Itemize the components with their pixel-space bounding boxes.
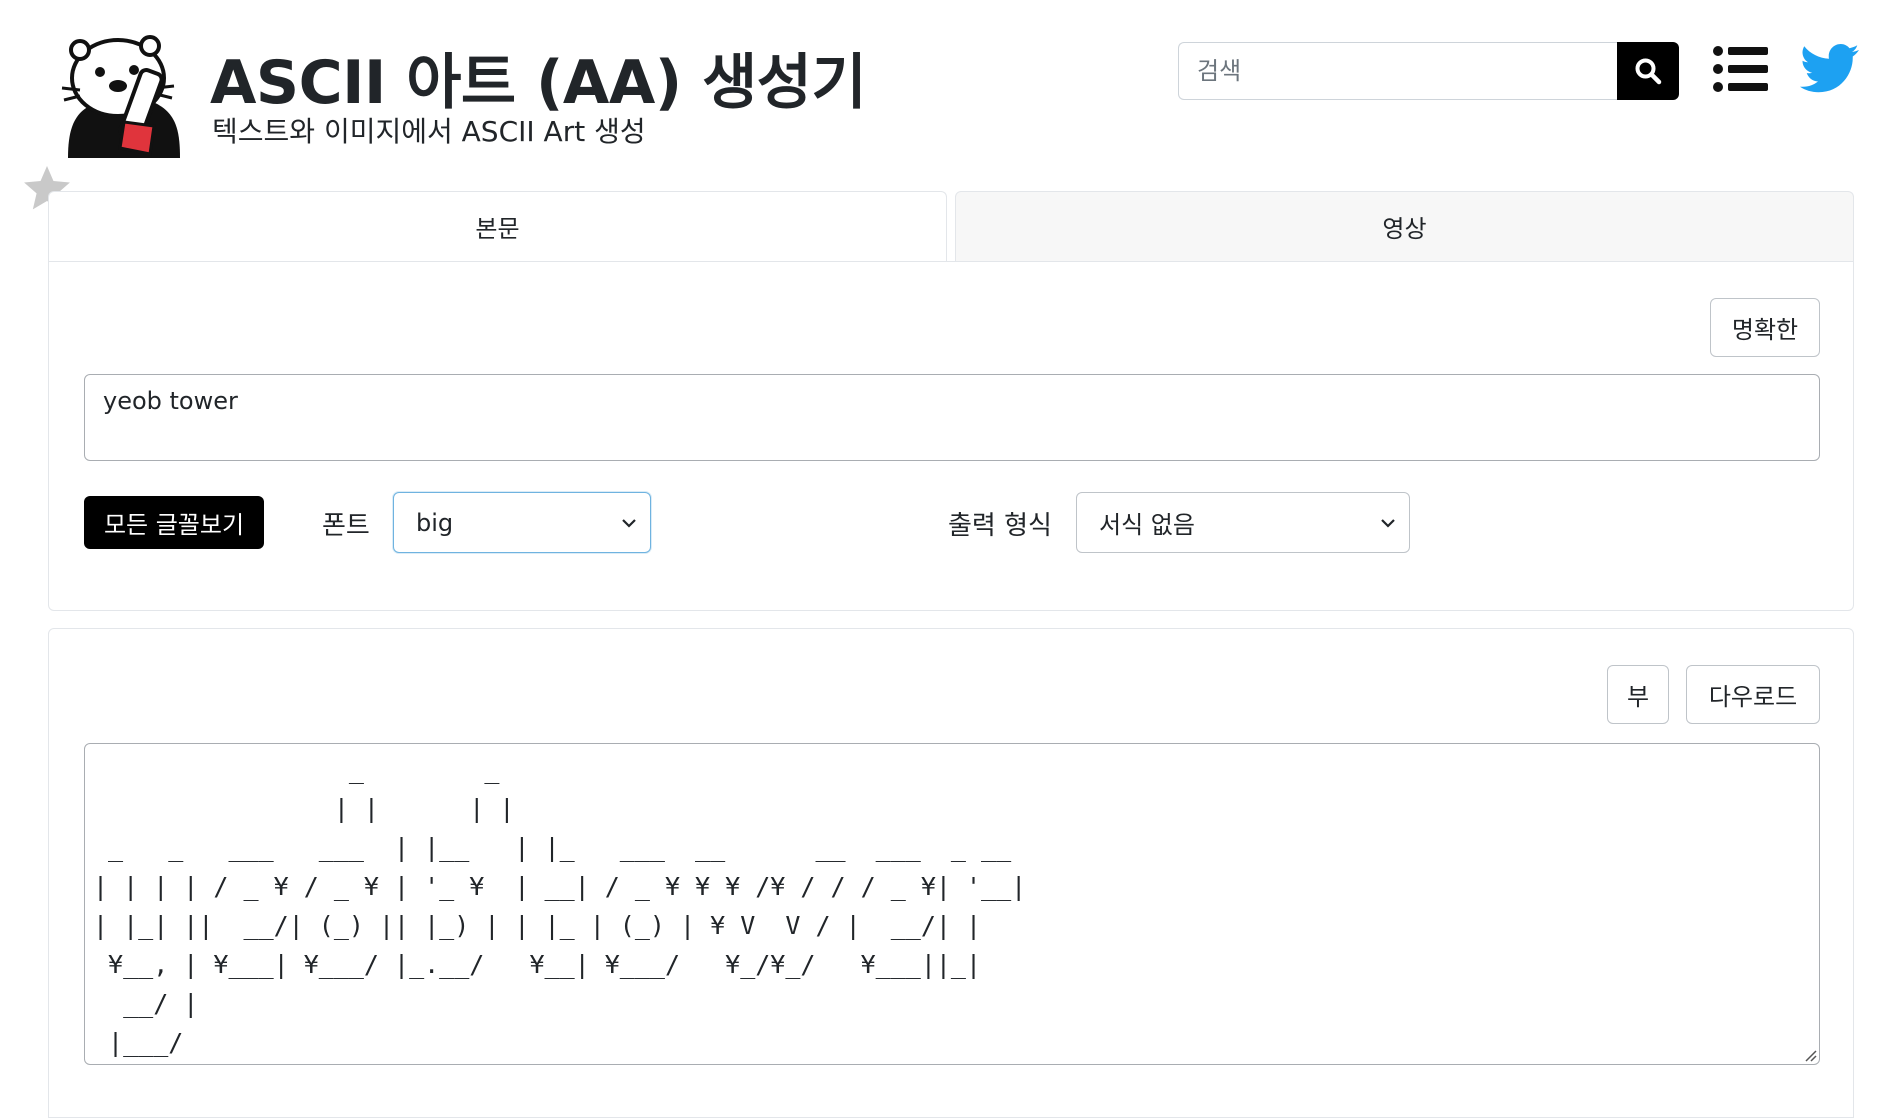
tab-image[interactable]: 영상 (955, 191, 1854, 261)
font-select[interactable]: big (393, 492, 651, 553)
site-title: ASCII 아트 (AA) 생성기 (210, 48, 867, 118)
text-input[interactable]: yeob tower (84, 374, 1820, 461)
search-input[interactable] (1178, 42, 1618, 100)
tab-text[interactable]: 본문 (48, 191, 947, 261)
list-icon (1713, 46, 1768, 92)
menu-button[interactable] (1712, 44, 1768, 94)
font-select-value: big (416, 508, 454, 537)
site-logo[interactable] (58, 30, 188, 158)
twitter-icon (1800, 44, 1859, 93)
chevron-down-icon (1381, 518, 1395, 528)
output-format-select-value: 서식 없음 (1099, 511, 1195, 539)
output-format-select[interactable]: 서식 없음 (1076, 492, 1410, 553)
font-label: 폰트 (322, 511, 370, 541)
ascii-art-output[interactable]: _ _ | | | | _ _ ___ ___ | |__ | |_ ___ _… (84, 743, 1820, 1065)
chevron-down-icon (622, 518, 636, 528)
download-button[interactable]: 다우로드 (1686, 665, 1820, 724)
site-subtitle: 텍스트와 이미지에서 ASCII Art 생성 (212, 115, 646, 148)
copy-button[interactable]: 부 (1607, 665, 1669, 724)
resize-handle-icon[interactable] (1803, 1048, 1817, 1062)
search-button[interactable] (1617, 42, 1679, 100)
view-all-fonts-button[interactable]: 모든 글꼴보기 (84, 496, 264, 549)
twitter-button[interactable] (1800, 44, 1860, 94)
ascii-art-text: _ _ | | | | _ _ ___ ___ | |__ | |_ ___ _… (93, 755, 1027, 1057)
search-icon (1635, 58, 1662, 85)
output-format-label: 출력 형식 (948, 511, 1052, 541)
clear-button[interactable]: 명확한 (1710, 298, 1820, 357)
